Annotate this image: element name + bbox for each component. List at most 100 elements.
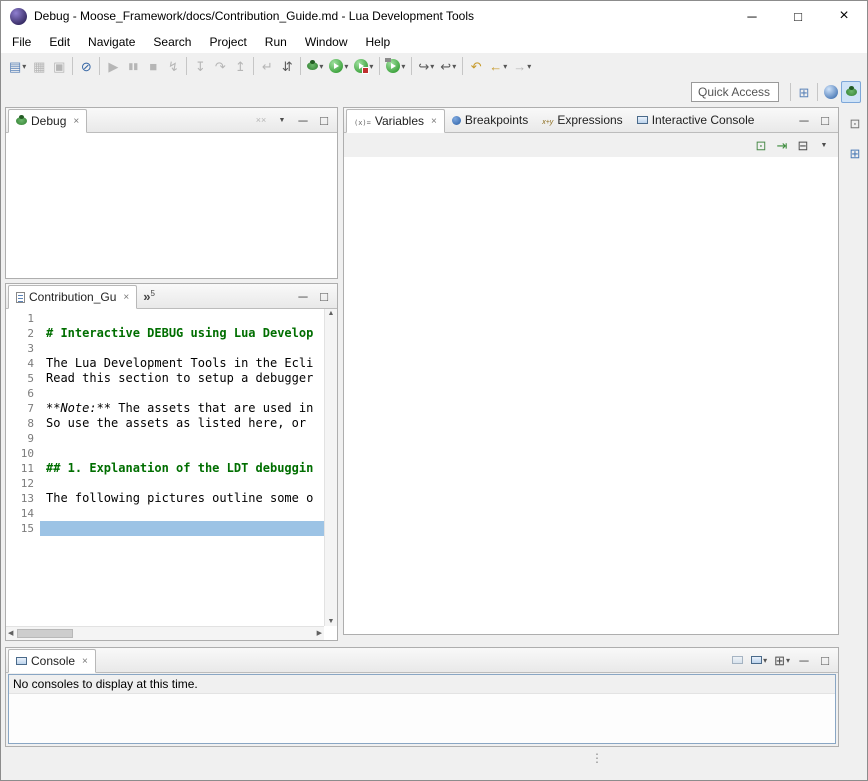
close-icon[interactable]: × (73, 116, 79, 127)
code-line[interactable]: Read this section to setup a debugger (40, 371, 324, 386)
menu-run[interactable]: Run (256, 31, 296, 53)
editor-horizontal-scrollbar[interactable]: ◀ ▶ (6, 626, 324, 640)
previous-annotation-icon[interactable]: ↩▾ (437, 55, 459, 77)
scroll-right-icon[interactable]: ▶ (317, 630, 322, 637)
back-icon[interactable]: ←▾ (486, 55, 510, 77)
editor-tab-overflow[interactable]: » 5 (137, 284, 161, 308)
skip-all-breakpoints-icon[interactable]: ⊘ (76, 55, 96, 77)
menu-project[interactable]: Project (200, 31, 255, 53)
run-icon[interactable]: ▾ (326, 55, 351, 77)
minimize-button[interactable]: ─ (729, 1, 775, 31)
statusbar-drag-handle[interactable]: ⋮ (591, 752, 603, 764)
step-into-icon[interactable]: ↧ (190, 55, 210, 77)
dropdown-arrow-icon[interactable]: ▾ (344, 62, 348, 71)
dropdown-arrow-icon[interactable]: ▾ (430, 62, 434, 71)
new-wizard-icon[interactable]: ▤▾ (6, 55, 29, 77)
code-line[interactable] (40, 431, 324, 446)
horizontal-sash-debug-editor[interactable] (5, 279, 338, 283)
horizontal-sash-console[interactable] (5, 641, 839, 647)
save-all-icon[interactable]: ▣ (49, 55, 69, 77)
menu-edit[interactable]: Edit (40, 31, 79, 53)
scroll-up-icon[interactable]: ▲ (328, 310, 335, 317)
external-tools-icon[interactable]: ▾ (383, 55, 408, 77)
maximize-view-icon[interactable]: □ (815, 649, 835, 671)
new-console-icon[interactable]: ⊞▾ (771, 649, 793, 671)
vertical-sash[interactable] (338, 107, 343, 635)
menu-help[interactable]: Help (357, 31, 400, 53)
drop-to-frame-icon[interactable]: ↵ (257, 55, 277, 77)
suspend-icon[interactable]: ▮▮ (123, 55, 143, 77)
dropdown-arrow-icon[interactable]: ▾ (22, 62, 26, 71)
maximize-view-icon[interactable]: □ (815, 109, 835, 131)
scroll-down-icon[interactable]: ▼ (328, 618, 335, 625)
dropdown-arrow-icon[interactable]: ▾ (452, 62, 456, 71)
code-line[interactable]: The Lua Development Tools in the Ecli (40, 356, 324, 371)
maximize-view-icon[interactable]: □ (314, 109, 334, 131)
tab-contribution-guide[interactable]: Contribution_Gu × (8, 285, 137, 309)
dropdown-arrow-icon[interactable]: ▾ (401, 62, 405, 71)
maximize-button[interactable]: □ (775, 1, 821, 31)
tab-debug[interactable]: Debug × (8, 109, 87, 133)
open-console-icon[interactable] (727, 649, 747, 671)
debug-icon[interactable]: ▾ (304, 55, 326, 77)
dropdown-arrow-icon[interactable]: ▾ (369, 62, 373, 71)
last-edit-location-icon[interactable]: ↶ (466, 55, 486, 77)
code-line-current[interactable] (40, 521, 324, 536)
lua-perspective-button[interactable] (821, 81, 841, 103)
save-icon[interactable]: ▦ (29, 55, 49, 77)
coverage-icon[interactable]: ▾ (351, 55, 376, 77)
editor-body[interactable]: 123456789101112131415 # Interactive DEBU… (6, 309, 337, 640)
tab-console[interactable]: Console × (8, 649, 96, 673)
tab-variables[interactable]: Variables× (346, 109, 445, 133)
show-logical-structure-icon[interactable]: ⊡ (751, 134, 771, 156)
debug-perspective-button[interactable] (841, 81, 861, 103)
disconnect-icon[interactable]: ↯ (163, 55, 183, 77)
dropdown-arrow-icon[interactable]: ▾ (503, 62, 507, 71)
close-icon[interactable]: × (431, 116, 437, 127)
console-content[interactable]: No consoles to display at this time. (8, 674, 836, 744)
minimize-view-icon[interactable]: ─ (293, 109, 313, 131)
code-line[interactable] (40, 341, 324, 356)
terminate-icon[interactable]: ■ (143, 55, 163, 77)
step-over-icon[interactable]: ↷ (210, 55, 230, 77)
code-line[interactable]: The following pictures outline some o (40, 491, 324, 506)
code-line[interactable] (40, 476, 324, 491)
quick-access-box[interactable]: Quick Access (691, 82, 779, 102)
display-selected-console-icon[interactable]: ▾ (748, 649, 770, 671)
minimize-view-icon[interactable]: ─ (794, 109, 814, 131)
close-button[interactable]: × (821, 1, 867, 31)
collapse-all-icon[interactable]: ⊟ (793, 134, 813, 156)
minimize-view-icon[interactable]: ─ (293, 285, 313, 307)
dropdown-arrow-icon[interactable]: ▾ (319, 62, 323, 71)
add-watch-icon[interactable]: ⇥ (772, 134, 792, 156)
scrollbar-thumb[interactable] (17, 629, 73, 638)
code-line[interactable] (40, 386, 324, 401)
menu-window[interactable]: Window (296, 31, 357, 53)
restore-minimized-view-icon[interactable]: ⊡ (845, 112, 865, 134)
editor-vertical-scrollbar[interactable]: ▲ ▼ (324, 309, 337, 626)
debug-view-content[interactable] (6, 133, 337, 278)
step-return-icon[interactable]: ↥ (230, 55, 250, 77)
code-line[interactable] (40, 446, 324, 461)
tab-interactive-console[interactable]: Interactive Console (630, 108, 762, 132)
menu-file[interactable]: File (3, 31, 40, 53)
menu-navigate[interactable]: Navigate (79, 31, 144, 53)
minimize-view-icon[interactable]: ─ (794, 649, 814, 671)
close-icon[interactable]: × (123, 292, 129, 303)
open-perspective-icon[interactable]: ⊞ (794, 81, 814, 103)
tab-breakpoints[interactable]: Breakpoints (445, 108, 535, 132)
minimized-view-icon[interactable]: ⊞ (845, 142, 865, 164)
code-line[interactable]: So use the assets as listed here, or (40, 416, 324, 431)
code-line[interactable] (40, 311, 324, 326)
scroll-left-icon[interactable]: ◀ (8, 630, 13, 637)
menu-search[interactable]: Search (144, 31, 200, 53)
resume-icon[interactable]: ▶ (103, 55, 123, 77)
variables-content[interactable] (344, 157, 838, 634)
next-annotation-icon[interactable]: ↪▾ (415, 55, 437, 77)
view-menu-icon[interactable]: ▼ (272, 109, 292, 131)
code-line[interactable] (40, 506, 324, 521)
view-menu-icon[interactable]: ▼ (814, 134, 834, 156)
dropdown-arrow-icon[interactable]: ▾ (527, 62, 531, 71)
code-line[interactable]: **Note:** The assets that are used in (40, 401, 324, 416)
use-step-filters-icon[interactable]: ⇵ (277, 55, 297, 77)
